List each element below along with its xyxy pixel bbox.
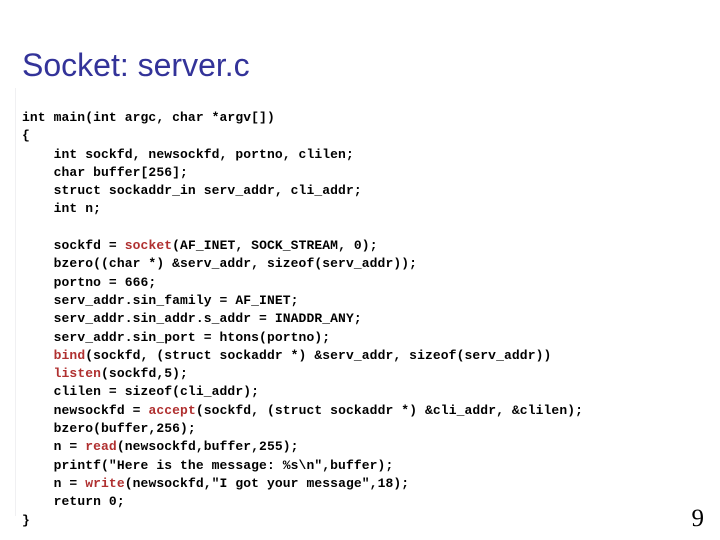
code-line: sockfd = socket(AF_INET, SOCK_STREAM, 0)…	[53, 238, 378, 254]
code-line: serv_addr.sin_addr.s_addr = INADDR_ANY;	[53, 311, 362, 327]
code-line: printf("Here is the message: %s\n",buffe…	[53, 457, 394, 473]
code-keyword: accept	[148, 402, 196, 418]
page-number: 9	[691, 505, 705, 532]
code-keyword: read	[85, 439, 117, 455]
code-keyword: listen	[53, 366, 102, 382]
code-line: struct sockaddr_in serv_addr, cli_addr;	[53, 183, 362, 199]
code-line: int n;	[53, 201, 102, 217]
code-line: bzero(buffer,256);	[53, 421, 196, 437]
page-title: Socket: server.c	[22, 47, 250, 84]
code-listing: int main(int argc, char *argv[]) { int so…	[22, 109, 702, 530]
code-keyword: bind	[53, 347, 86, 363]
code-line: bind(sockfd, (struct sockaddr *) &serv_a…	[53, 347, 552, 363]
code-line: }	[22, 512, 30, 528]
code-line: {	[22, 128, 30, 144]
code-keyword: write	[85, 475, 125, 491]
code-line: listen(sockfd,5);	[53, 366, 188, 382]
content-placeholder-rule	[15, 88, 16, 516]
code-line: serv_addr.sin_family = AF_INET;	[53, 292, 299, 308]
code-line: int sockfd, newsockfd, portno, clilen;	[53, 146, 354, 162]
code-line: portno = 666;	[53, 274, 157, 290]
code-line: int main(int argc, char *argv[])	[22, 110, 275, 125]
code-line: newsockfd = accept(sockfd, (struct socka…	[53, 402, 584, 418]
code-line: n = write(newsockfd,"I got your message"…	[53, 475, 410, 491]
slide: Socket: server.c int main(int argc, char…	[0, 0, 720, 540]
code-line: char buffer[256];	[53, 164, 188, 180]
code-line: return 0;	[53, 494, 125, 510]
code-line: bzero((char *) &serv_addr, sizeof(serv_a…	[53, 256, 418, 272]
code-line: clilen = sizeof(cli_addr);	[53, 384, 260, 400]
code-line: serv_addr.sin_port = htons(portno);	[53, 329, 331, 345]
code-line: n = read(newsockfd,buffer,255);	[53, 439, 299, 455]
code-keyword: socket	[124, 238, 173, 254]
